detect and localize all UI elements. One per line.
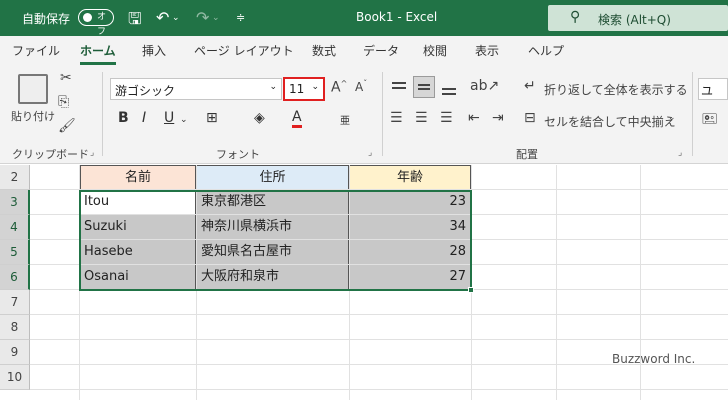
font-group-label: フォント [216, 148, 260, 161]
wrap-text-button[interactable]: 折り返して全体を表示する [544, 81, 688, 98]
tab-help[interactable]: ヘルプ [528, 42, 564, 59]
decrease-font-size-icon[interactable]: Aˇ [355, 79, 367, 94]
title-bar: 自動保存 オフ 🖫 ↶ ⌄ ↷ ⌄ ≑ Book1 - Excel ⚲ 検索 (… [0, 0, 728, 37]
cell-address[interactable]: 大阪府和泉市 [197, 265, 349, 289]
tab-view[interactable]: 表示 [475, 42, 499, 59]
tab-home[interactable]: ホーム [80, 42, 116, 65]
watermark: Buzzword Inc. [612, 352, 696, 366]
ribbon: 貼り付け ✂ ⎘ 🖌 クリップボード ⌟ 游ゴシック ⌄ 11 ⌄ A^ Aˇ … [0, 66, 728, 164]
font-launcher-icon[interactable]: ⌟ [368, 148, 372, 158]
autosave-toggle[interactable]: オフ [78, 9, 114, 37]
cell-address[interactable]: 東京都港区 [197, 190, 349, 214]
phonetic-guide-icon[interactable]: 亜 [340, 112, 350, 127]
cut-icon[interactable]: ✂ [60, 70, 72, 86]
cell-age[interactable]: 34 [350, 215, 470, 239]
cell-age[interactable]: 27 [350, 265, 470, 289]
decrease-indent-icon[interactable]: ⇤ [468, 110, 480, 126]
ribbon-tabs: ファイル ホーム 挿入 ページ レイアウト 数式 データ 校閲 表示 ヘルプ [0, 36, 728, 66]
cell-name[interactable]: Itou [80, 190, 196, 214]
tab-insert[interactable]: 挿入 [142, 42, 166, 59]
tab-review[interactable]: 校閲 [423, 42, 447, 59]
chevron-down-icon: ⌄ [269, 82, 277, 92]
search-label: 検索 (Alt+Q) [598, 13, 671, 27]
cell-name[interactable]: Suzuki [80, 215, 196, 239]
underline-button[interactable]: U [164, 110, 174, 126]
number-format-value: ユーザ [701, 84, 714, 98]
align-left-icon[interactable]: ☰ [390, 110, 403, 126]
clipboard-launcher-icon[interactable]: ⌟ [90, 148, 94, 158]
row-header[interactable]: 10 [0, 365, 30, 390]
group-separator [692, 72, 693, 156]
font-size-value: 11 [289, 82, 305, 96]
clipboard-group-label: クリップボード [12, 148, 89, 161]
wrap-text-icon[interactable]: ↵ [524, 78, 536, 94]
row-header[interactable]: 5 [0, 240, 30, 265]
row-header[interactable]: 4 [0, 215, 30, 240]
tab-file[interactable]: ファイル [12, 42, 60, 59]
cell-age[interactable]: 23 [350, 190, 470, 214]
autosave-label: 自動保存 [22, 12, 71, 26]
undo-dropdown-icon[interactable]: ⌄ [172, 13, 180, 23]
font-name-value: 游ゴシック [115, 84, 176, 98]
align-center-icon[interactable]: ☰ [415, 110, 428, 126]
cell-age[interactable]: 28 [350, 240, 470, 264]
document-title: Book1 - Excel [356, 10, 438, 24]
cell-address[interactable]: 神奈川県横浜市 [197, 215, 349, 239]
header-cell-address[interactable]: 住所 [197, 165, 349, 189]
search-box[interactable]: ⚲ 検索 (Alt+Q) [548, 5, 728, 31]
cell-address[interactable]: 愛知県名古屋市 [197, 240, 349, 264]
fill-handle[interactable] [468, 287, 474, 293]
format-painter-icon[interactable]: 🖌 [58, 118, 76, 134]
align-right-icon[interactable]: ☰ [440, 110, 453, 126]
tab-formulas[interactable]: 数式 [312, 42, 336, 59]
header-cell-age[interactable]: 年齢 [350, 165, 471, 189]
font-size-dropdown[interactable]: 11 ⌄ [283, 77, 325, 101]
row-header[interactable]: 3 [0, 190, 30, 215]
font-name-dropdown[interactable]: 游ゴシック ⌄ [110, 78, 282, 100]
row-header[interactable]: 6 [0, 265, 30, 290]
row-header[interactable]: 8 [0, 315, 30, 340]
row-header[interactable]: 7 [0, 290, 30, 315]
undo-icon[interactable]: ↶ [156, 8, 169, 27]
row-header[interactable]: 2 [0, 165, 30, 190]
copy-icon[interactable]: ⎘ [58, 94, 69, 110]
tab-data[interactable]: データ [363, 42, 399, 59]
group-separator [102, 72, 103, 156]
save-icon[interactable]: 🖫 [128, 8, 142, 35]
number-format-dropdown[interactable]: ユーザ [698, 78, 728, 100]
row-header[interactable]: 9 [0, 340, 30, 365]
increase-font-size-icon[interactable]: A^ [331, 79, 347, 96]
cell-name[interactable]: Hasebe [80, 240, 196, 264]
header-cell-name[interactable]: 名前 [80, 165, 196, 189]
alignment-group-label: 配置 [516, 148, 538, 161]
redo-dropdown-icon[interactable]: ⌄ [212, 13, 220, 23]
chevron-down-icon: ⌄ [311, 82, 319, 92]
font-color-icon[interactable]: A [292, 110, 302, 128]
merge-center-icon[interactable]: ⊟ [524, 110, 536, 126]
cell-name[interactable]: Osanai [80, 265, 196, 289]
tab-page-layout[interactable]: ページ レイアウト [194, 42, 294, 59]
increase-indent-icon[interactable]: ⇥ [492, 110, 504, 126]
paste-label[interactable]: 貼り付け [11, 108, 55, 124]
underline-dropdown-icon[interactable]: ⌄ [180, 115, 188, 125]
align-middle-button[interactable] [413, 76, 435, 98]
redo-icon[interactable]: ↷ [196, 8, 209, 27]
fill-color-icon[interactable]: ◈ [254, 110, 265, 126]
customize-qat-icon[interactable]: ≑ [236, 11, 245, 24]
bold-button[interactable]: B [118, 110, 129, 126]
alignment-launcher-icon[interactable]: ⌟ [678, 148, 682, 158]
orientation-icon[interactable]: ab↗ [470, 78, 499, 94]
paste-icon[interactable] [18, 74, 48, 104]
search-icon: ⚲ [570, 9, 581, 25]
merge-center-button[interactable]: セルを結合して中央揃え [544, 113, 676, 130]
accounting-format-icon[interactable]: 🖭 [702, 110, 717, 132]
group-separator [382, 72, 383, 156]
merge-dropdown-icon[interactable]: ⌄ [668, 113, 676, 123]
italic-button[interactable]: I [142, 110, 146, 126]
borders-icon[interactable]: ⊞ [206, 110, 218, 126]
